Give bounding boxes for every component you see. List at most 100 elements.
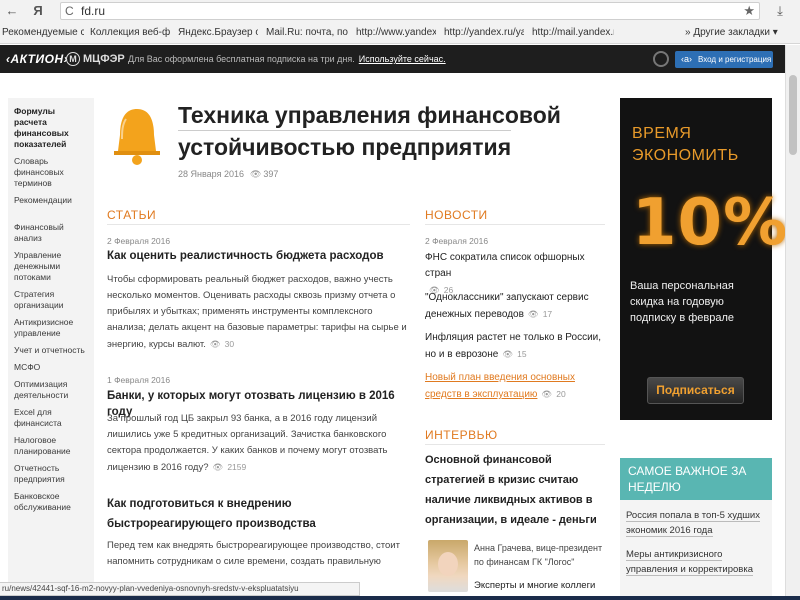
sidebar-item-excel[interactable]: Excel для финансиста (14, 407, 88, 429)
sidebar-separator (14, 212, 88, 222)
news-divider (425, 224, 605, 225)
page-scrollbar[interactable] (785, 45, 800, 600)
articles-heading[interactable]: СТАТЬИ (107, 208, 156, 222)
mcfer-logo[interactable]: М МЦФЭР (66, 52, 125, 66)
bookmark-item[interactable]: http://yandex.ru/yan (444, 27, 524, 39)
sidebar-item-cashflow[interactable]: Управление денежными потоками (14, 250, 88, 283)
interview-title[interactable]: Основной финансовой стратегией в кризис … (425, 450, 600, 530)
bookmark-item[interactable]: http://mail.yandex.r (532, 27, 614, 39)
important-item-text[interactable]: Россия попала в топ-5 худших экономик 20… (626, 510, 760, 537)
article-summary: За прошлый год ЦБ закрыл 93 банка, а в 2… (107, 411, 410, 476)
promo-text: Для Вас оформлена бесплатная подписка на… (128, 54, 355, 64)
promo-banner[interactable]: ВРЕМЯ ЭКОНОМИТЬ 10% Ваша персональная ски… (620, 98, 787, 420)
sidebar-item-msfo[interactable]: МСФО (14, 362, 88, 373)
article-title[interactable]: Как подготовиться к внедрению быстрореаг… (107, 494, 407, 534)
other-bookmarks-button[interactable]: » Другие закладки ▾ (685, 27, 778, 39)
article-views: 2159 (227, 462, 247, 472)
sidebar-item-reporting[interactable]: Отчетность предприятия (14, 463, 88, 485)
news-item-title[interactable]: "Одноклассники" запускают сервис денежны… (425, 292, 589, 320)
sidebar-item-formulas[interactable]: Формулы расчета финансовых показателей (14, 106, 88, 150)
experts-link[interactable]: Эксперты и многие коллеги (474, 580, 595, 591)
browser-chrome: ← Я C fd.ru ★ ⤓ Рекомендуемые са Коллекц… (0, 0, 800, 44)
news-item-title[interactable]: Новый план введения основных средств в э… (425, 372, 575, 400)
address-row: ← Я C fd.ru ★ ⤓ (0, 0, 800, 22)
login-icon: ‹a› (681, 54, 692, 64)
subscribe-button[interactable]: Подписаться (647, 377, 744, 404)
eye-icon: 👁 (212, 462, 224, 472)
banner-headline-line-1: ВРЕМЯ (632, 125, 692, 142)
important-item-text[interactable]: Меры антикризисного управления и коррект… (626, 549, 753, 576)
sidebar-item-anticrisis[interactable]: Антикризисное управление (14, 317, 88, 339)
download-icon[interactable]: ⤓ (772, 3, 788, 19)
news-heading[interactable]: НОВОСТИ (425, 208, 488, 222)
sidebar-item-accounting[interactable]: Учет и отчетность (14, 345, 88, 356)
bookmark-item[interactable]: http://www.yandex.r (356, 27, 436, 39)
page-views: 397 (263, 169, 279, 179)
page-title-line-2: устойчивостью предприятия (178, 130, 512, 162)
page-title-line-1: Техника управления финансовой (178, 102, 561, 128)
interview-heading[interactable]: ИНТЕРВЬЮ (425, 428, 498, 442)
banner-headline-line-2: ЭКОНОМИТЬ (632, 147, 739, 164)
news-item-views: 17 (542, 309, 553, 319)
mcfer-logo-text: МЦФЭР (83, 53, 125, 65)
news-item-views: 20 (556, 389, 566, 399)
news-item[interactable]: Инфляция растет не только в России, но и… (425, 330, 607, 363)
back-arrow-icon[interactable]: ← (4, 3, 20, 19)
face-shape (438, 552, 458, 576)
login-label: Вход и регистрация (698, 55, 772, 64)
sidebar-item-financial-analysis[interactable]: Финансовый анализ (14, 222, 88, 244)
article-title[interactable]: Как оценить реалистичность бюджета расхо… (107, 248, 407, 264)
status-bar-url: ru/news/42441-sqf-16-m2-novyy-plan-vvede… (0, 582, 360, 596)
reload-icon[interactable]: C (65, 3, 74, 19)
banner-text: Ваша персональная скидка на годовую подп… (630, 280, 735, 324)
bookmark-star-icon[interactable]: ★ (743, 3, 755, 19)
article-summary: Чтобы сформировать реальный бюджет расхо… (107, 272, 410, 353)
news-item-title[interactable]: ФНС сократила список офшорных стран (425, 252, 585, 279)
promo-message: Для Вас оформлена бесплатная подписка на… (128, 54, 446, 64)
banner-percent: 10% (632, 186, 789, 260)
bookmark-item[interactable]: Рекомендуемые са (2, 27, 84, 39)
sidebar-item-dictionary[interactable]: Словарь финансовых терминов (14, 156, 88, 189)
important-item[interactable]: Меры антикризисного управления и коррект… (626, 547, 766, 577)
sidebar-item-tax[interactable]: Налоговое планирование (14, 435, 88, 457)
settings-circle-icon[interactable] (653, 51, 669, 67)
news-item[interactable]: "Одноклассники" запускают сервис денежны… (425, 290, 605, 323)
page-meta: 28 Января 2016 👁 397 (178, 169, 278, 180)
important-item[interactable]: Россия попала в топ-5 худших экономик 20… (626, 508, 766, 538)
bookmarks-bar: Рекомендуемые са Коллекция веб-фра Яндек… (0, 22, 800, 44)
mcfer-mark-icon: М (66, 52, 80, 66)
banner-headline: ВРЕМЯ ЭКОНОМИТЬ (632, 123, 739, 167)
url-text[interactable]: fd.ru (81, 3, 105, 19)
address-bar[interactable]: C fd.ru ★ (60, 2, 760, 20)
page-title: Техника управления финансовой устойчивос… (178, 100, 588, 162)
article-date: 2 Февраля 2016 (107, 236, 171, 246)
eye-icon: 👁 (502, 349, 514, 359)
sidebar-item-optimization[interactable]: Оптимизация деятельности (14, 379, 88, 401)
news-date: 2 Февраля 2016 (425, 236, 489, 246)
sidebar-item-strategy[interactable]: Стратегия организации (14, 289, 88, 311)
articles-divider (107, 224, 410, 225)
news-item-views: 15 (517, 349, 527, 359)
sidebar-item-recommendations[interactable]: Рекомендации (14, 195, 88, 206)
promo-link[interactable]: Используйте сейчас. (359, 54, 446, 64)
scrollbar-thumb[interactable] (789, 75, 797, 155)
interviewee-photo[interactable] (428, 540, 468, 592)
interviewee-caption: Анна Грачева, вице-президент по финансам… (474, 543, 603, 567)
news-item[interactable]: Новый план введения основных средств в э… (425, 370, 607, 403)
bookmark-item[interactable]: Mail.Ru: почта, поис (266, 27, 348, 39)
important-heading: САМОЕ ВАЖНОЕ ЗА НЕДЕЛЮ (620, 458, 772, 500)
bookmark-item[interactable]: Коллекция веб-фра (90, 27, 170, 39)
article-summary: Перед тем как внедрять быстрореагирующее… (107, 540, 400, 567)
yandex-logo-icon[interactable]: Я (30, 3, 46, 19)
aktion-logo[interactable]: ‹АКТИОН› (6, 52, 68, 66)
article-date: 1 Февраля 2016 (107, 375, 171, 385)
eye-icon: 👁 (249, 169, 262, 179)
bookmark-item[interactable]: Яндекс.Браузер об (178, 27, 258, 39)
sidebar-item-banking[interactable]: Банковское обслуживание (14, 491, 88, 513)
bell-icon (114, 109, 160, 165)
news-item-title[interactable]: Инфляция растет не только в России, но и… (425, 332, 601, 360)
eye-icon: 👁 (541, 389, 553, 399)
article-summary-text: Чтобы сформировать реальный бюджет расхо… (107, 274, 407, 350)
login-button[interactable]: ‹a› Вход и регистрация (675, 51, 773, 68)
article-summary-text: За прошлый год ЦБ закрыл 93 банка, а в 2… (107, 413, 388, 473)
